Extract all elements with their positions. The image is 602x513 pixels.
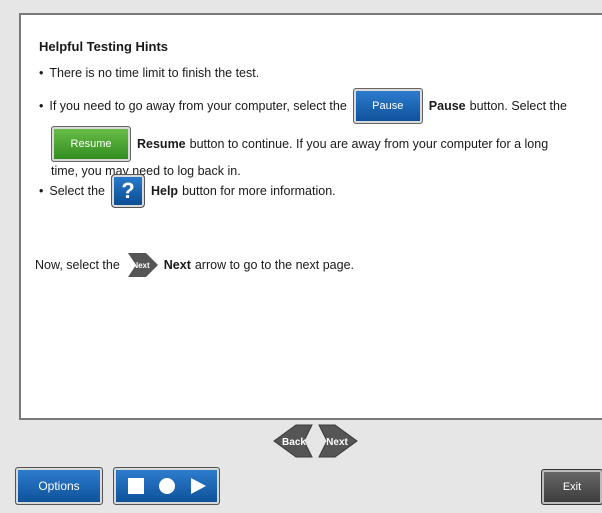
- options-button[interactable]: Options: [15, 467, 103, 505]
- resume-button-sample[interactable]: Resume: [51, 126, 131, 162]
- hint-text: button to continue. If you are away from…: [189, 137, 549, 151]
- record-icon[interactable]: [154, 473, 180, 499]
- bullet: •: [39, 99, 44, 113]
- play-icon[interactable]: [185, 473, 211, 499]
- hint-line-2: • If you need to go away from your compu…: [39, 88, 567, 124]
- hint-text: button for more information.: [182, 184, 336, 198]
- hint-text: If you need to go away from your compute…: [49, 99, 347, 113]
- next-arrow-icon-label: Next: [132, 261, 150, 270]
- stop-icon[interactable]: [123, 473, 149, 499]
- hint-text: button. Select the: [469, 99, 567, 113]
- back-button-label: Back: [282, 437, 306, 448]
- resume-word: Resume: [137, 137, 186, 151]
- hint-line-5: • Select the ? Help button for more info…: [39, 173, 336, 209]
- instruction-text: Now, select the: [35, 258, 120, 272]
- help-word: Help: [150, 184, 179, 198]
- next-button-label: Next: [326, 437, 348, 448]
- back-button[interactable]: Back: [270, 421, 314, 466]
- media-controls: [113, 467, 220, 505]
- instruction-line: Now, select the Next Next arrow to go to…: [35, 250, 354, 280]
- next-word: Next: [163, 258, 191, 272]
- content-panel: Helpful Testing Hints • There is no time…: [19, 13, 602, 420]
- hint-text: There is no time limit to finish the tes…: [49, 66, 260, 80]
- hint-line-3: Resume Resume button to continue. If you…: [51, 126, 548, 162]
- next-button[interactable]: Next: [317, 421, 361, 466]
- bullet: •: [39, 184, 44, 198]
- pause-button-sample[interactable]: Pause: [352, 88, 423, 124]
- hint-text: Select the: [49, 184, 105, 198]
- hint-line-1: • There is no time limit to finish the t…: [39, 66, 259, 80]
- page-title: Helpful Testing Hints: [39, 39, 169, 54]
- pause-word: Pause: [428, 99, 466, 113]
- exit-button[interactable]: Exit: [541, 469, 602, 505]
- next-arrow-icon: Next: [126, 250, 160, 280]
- bullet: •: [39, 66, 44, 80]
- help-icon[interactable]: ?: [110, 174, 145, 208]
- instruction-text: arrow to go to the next page.: [194, 258, 354, 272]
